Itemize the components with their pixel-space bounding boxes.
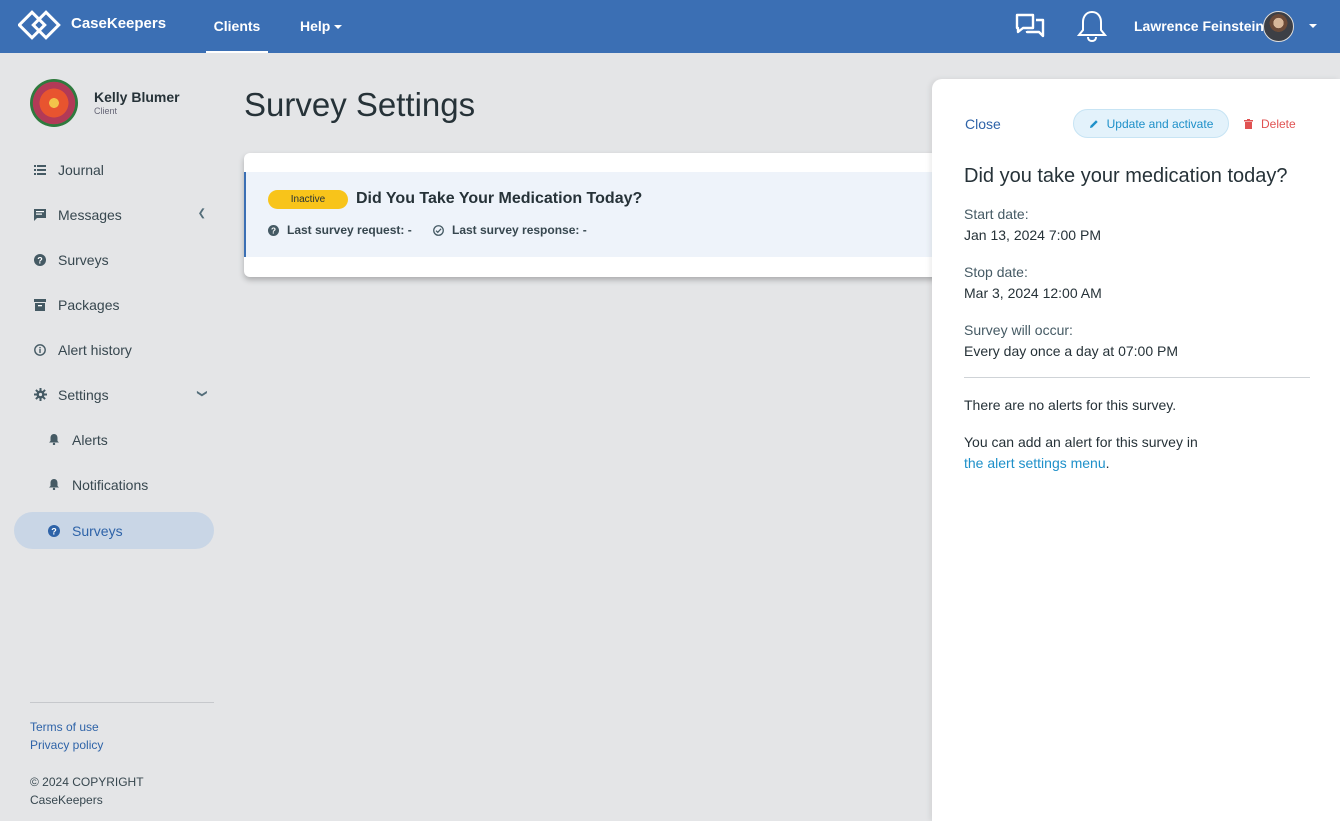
sidebar-item-surveys[interactable]: ? Surveys [14, 241, 214, 278]
sidebar-item-settings[interactable]: Settings ❮ [14, 376, 214, 413]
user-menu-caret-icon[interactable] [1309, 24, 1317, 28]
survey-details-drawer: Close Update and activate Delete Did you… [932, 79, 1340, 821]
info-circle-icon [33, 343, 47, 357]
brand-name[interactable]: CaseKeepers [71, 15, 166, 32]
sidebar-item-alert-history[interactable]: Alert history [14, 331, 214, 368]
nav-help-dropdown[interactable]: Help [300, 18, 343, 34]
status-badge: Inactive [268, 190, 348, 209]
nav-clients[interactable]: Clients [206, 0, 268, 53]
update-and-activate-button[interactable]: Update and activate [1073, 109, 1229, 138]
sidebar-item-messages[interactable]: Messages ❮ [14, 196, 214, 233]
gear-icon [33, 388, 47, 402]
list-icon [33, 163, 47, 177]
sidebar-divider [30, 702, 214, 703]
survey-card-row[interactable]: Inactive Did You Take Your Medication To… [244, 172, 954, 257]
delete-button-label: Delete [1261, 117, 1296, 131]
sidebar-item-label: Notifications [72, 476, 149, 493]
chevron-down-icon[interactable]: ❮ [196, 389, 207, 397]
no-alerts-message: There are no alerts for this survey. [964, 397, 1177, 413]
bell-icon [47, 433, 61, 447]
last-request-text: Last survey request: - [287, 223, 412, 237]
stop-date-value: Mar 3, 2024 12:00 AM [964, 285, 1102, 301]
nav-help-label: Help [300, 18, 331, 34]
sidebar-item-label: Surveys [58, 251, 109, 268]
caret-down-icon [334, 25, 343, 30]
chat-icon[interactable] [1015, 12, 1045, 42]
sidebar-item-survey-settings[interactable]: ? Surveys [14, 512, 214, 549]
copyright-line: CaseKeepers [30, 793, 103, 807]
check-circle-icon [433, 224, 444, 236]
page-title: Survey Settings [244, 86, 476, 123]
client-avatar [30, 79, 78, 127]
sidebar-item-label: Alerts [72, 431, 108, 448]
start-date-value: Jan 13, 2024 7:00 PM [964, 227, 1101, 243]
copyright: © 2024 COPYRIGHT CaseKeepers [30, 773, 144, 809]
add-alert-hint: You can add an alert for this survey in [964, 434, 1198, 450]
top-navbar: CaseKeepers Clients Help Lawrence Feinst… [0, 0, 1340, 53]
alert-settings-link[interactable]: the alert settings menu [964, 455, 1106, 471]
start-date-label: Start date: [964, 206, 1029, 222]
stop-date-label: Stop date: [964, 264, 1028, 280]
user-name[interactable]: Lawrence Feinstein [1134, 18, 1264, 34]
period: . [1105, 455, 1110, 471]
add-alert-link-line: the alert settings menu. [964, 455, 1110, 471]
drawer-divider [964, 377, 1310, 378]
casekeepers-logo-icon[interactable] [18, 8, 64, 44]
message-icon [33, 208, 47, 222]
nav-clients-label: Clients [213, 18, 261, 34]
sidebar-item-journal[interactable]: Journal [14, 151, 214, 188]
privacy-policy-link[interactable]: Privacy policy [30, 738, 103, 752]
sidebar-item-label: Surveys [72, 522, 123, 539]
pencil-icon [1089, 119, 1099, 129]
last-response-info: Last survey response: - [433, 223, 587, 237]
sidebar-item-label: Settings [58, 386, 109, 403]
svg-text:?: ? [51, 526, 57, 536]
sidebar-item-label: Alert history [58, 341, 132, 358]
last-response-text: Last survey response: - [452, 223, 587, 237]
question-circle-icon: ? [33, 253, 47, 267]
chevron-left-icon[interactable]: ❮ [198, 208, 206, 219]
bell-icon[interactable] [1076, 9, 1108, 43]
last-request-info: ? Last survey request: - [268, 223, 412, 237]
copyright-line: © 2024 COPYRIGHT [30, 775, 144, 789]
user-avatar[interactable] [1263, 11, 1294, 42]
sidebar-item-label: Packages [58, 296, 120, 313]
update-button-label: Update and activate [1106, 116, 1214, 131]
question-circle-icon: ? [47, 524, 61, 538]
bell-icon [47, 478, 61, 492]
close-button[interactable]: Close [965, 116, 1001, 132]
svg-text:?: ? [37, 255, 43, 265]
question-circle-icon: ? [268, 224, 279, 236]
sidebar-item-label: Messages [58, 206, 122, 223]
sidebar-item-alerts[interactable]: Alerts [14, 421, 214, 458]
schedule-value: Every day once a day at 07:00 PM [964, 343, 1179, 359]
survey-title[interactable]: Did You Take Your Medication Today? [356, 190, 642, 208]
client-name: Kelly Blumer [94, 89, 180, 105]
survey-card[interactable]: Inactive Did You Take Your Medication To… [244, 153, 954, 277]
delete-button[interactable]: Delete [1244, 117, 1296, 131]
drawer-title: Did you take your medication today? [964, 165, 1288, 187]
svg-text:?: ? [271, 226, 276, 235]
trash-icon [1244, 119, 1253, 129]
sidebar-item-notifications[interactable]: Notifications [14, 466, 214, 503]
client-role: Client [94, 106, 118, 116]
schedule-label: Survey will occur: [964, 322, 1073, 338]
terms-of-use-link[interactable]: Terms of use [30, 720, 99, 734]
sidebar-item-label: Journal [58, 161, 104, 178]
sidebar-item-packages[interactable]: Packages [14, 286, 214, 323]
archive-icon [33, 298, 47, 312]
